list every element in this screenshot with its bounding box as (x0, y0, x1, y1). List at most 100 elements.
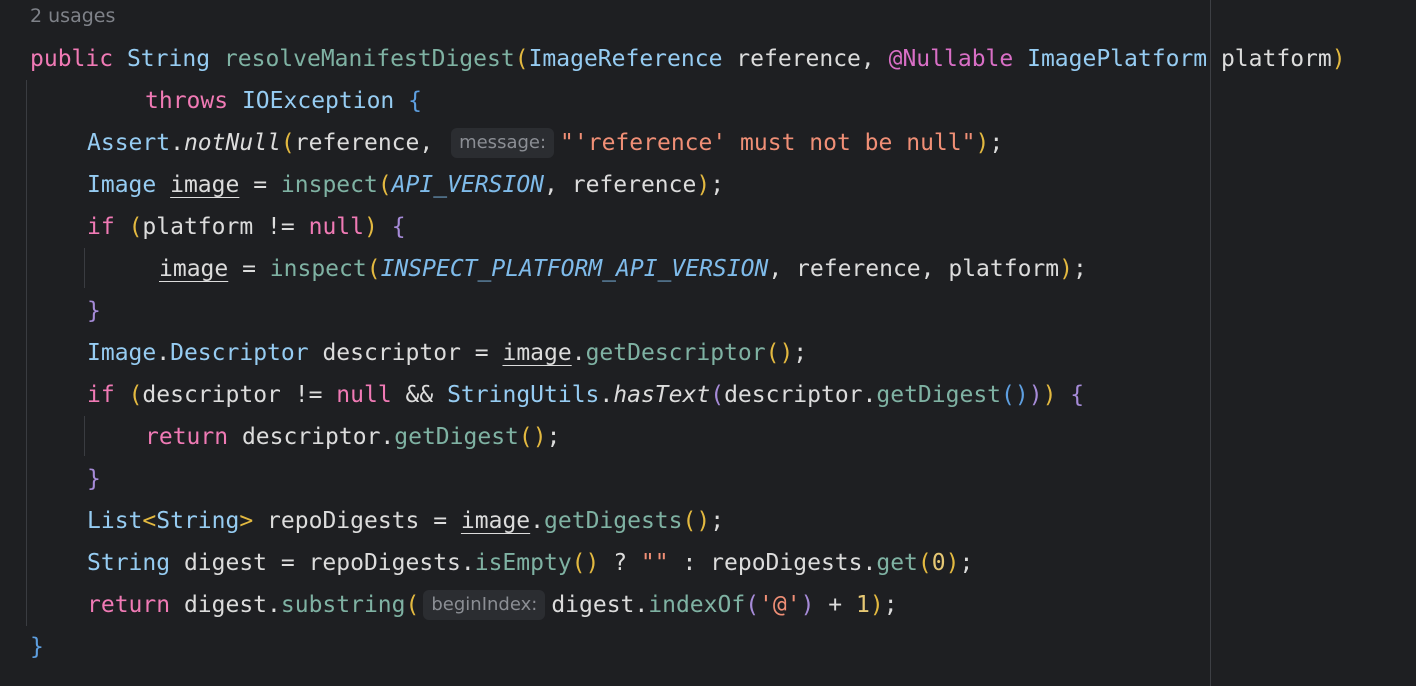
expression: : repoDigests. (668, 550, 877, 576)
semicolon: ; (1072, 256, 1087, 282)
annotation: @Nullable (888, 46, 1014, 72)
number-literal: 0 (931, 550, 946, 576)
string-literal: "'reference' must not be null" (560, 130, 976, 156)
argument: , reference, platform (768, 256, 1060, 282)
code-line-2[interactable]: throws IOException { (145, 80, 422, 122)
class-name: StringUtils (447, 382, 600, 408)
method-name: hasText (613, 382, 711, 408)
keyword: public (30, 46, 114, 72)
type-name: Descriptor (170, 340, 309, 366)
type-name: ImagePlatform (1027, 46, 1208, 72)
brace: } (30, 634, 44, 660)
code-line-9[interactable]: if (descriptor != null && StringUtils.ha… (87, 374, 1084, 416)
code-line-7[interactable]: } (87, 290, 101, 332)
type-name: String (156, 508, 240, 534)
condition: platform != (142, 214, 309, 240)
variable: image (159, 256, 229, 282)
paren: () (571, 550, 600, 576)
brace: { (408, 88, 422, 114)
paren: ( (280, 130, 295, 156)
paren: ) (363, 214, 378, 240)
variable: image (460, 508, 531, 534)
method-name: substring (280, 592, 406, 618)
brace: { (1070, 382, 1085, 408)
method-name: inspect (269, 256, 367, 282)
code-line-15[interactable]: } (30, 626, 44, 668)
dot: . (530, 508, 545, 534)
paren: ( (745, 592, 760, 618)
type-name: List (87, 508, 143, 534)
paren: ( (405, 592, 420, 618)
code-line-10[interactable]: return descriptor.getDigest(); (145, 416, 560, 458)
constant: API_VERSION (391, 172, 545, 198)
method-name: inspect (280, 172, 378, 198)
code-editor[interactable]: 2 usages public String resolveManifestDi… (0, 0, 1416, 686)
variable: image (170, 172, 240, 198)
paren: ) (945, 550, 960, 576)
paren: ( (917, 550, 932, 576)
dot: . (170, 130, 184, 156)
indent-guide (84, 416, 85, 456)
operator: = (239, 172, 281, 198)
type-name: Image (87, 172, 157, 198)
code-line-8[interactable]: Image.Descriptor descriptor = image.getD… (87, 332, 807, 374)
paren: ( (128, 382, 143, 408)
method-name: get (876, 550, 918, 576)
paren: ( (710, 382, 725, 408)
paren: ) (1042, 382, 1057, 408)
argument: reference, (294, 130, 448, 156)
paren: ( (128, 214, 143, 240)
method-name: getDigest (394, 424, 519, 450)
code-line-6[interactable]: image = inspect(INSPECT_PLATFORM_API_VER… (159, 248, 1087, 290)
code-line-3[interactable]: Assert.notNull(reference, message: "'refe… (87, 122, 1003, 164)
type-name: String (87, 550, 171, 576)
operator: ? (599, 550, 641, 576)
dot: . (156, 340, 171, 366)
method-name: isEmpty (474, 550, 572, 576)
angle-bracket: > (239, 508, 254, 534)
paren: ( (366, 256, 381, 282)
variable: repoDigests = (253, 508, 461, 534)
paren: () (1001, 382, 1029, 408)
dot: . (599, 382, 614, 408)
keyword: if (87, 382, 115, 408)
code-line-5[interactable]: if (platform != null) { (87, 206, 406, 248)
semicolon: ; (959, 550, 974, 576)
method-name: indexOf (648, 592, 746, 618)
condition: descriptor != (142, 382, 337, 408)
string-literal: "" (640, 550, 669, 576)
code-line-1[interactable]: public String resolveManifestDigest(Imag… (30, 38, 1346, 80)
paren: ) (1028, 382, 1043, 408)
paren: ) (869, 592, 884, 618)
argument: descriptor. (724, 382, 877, 408)
code-line-14[interactable]: return digest.substring(beginIndex: diges… (87, 584, 898, 626)
angle-bracket: < (142, 508, 157, 534)
expression: descriptor. (228, 424, 395, 450)
semicolon: ; (546, 424, 561, 450)
type-name: String (126, 46, 211, 72)
expression: digest. (170, 592, 281, 618)
type-name: ImageReference (528, 46, 723, 72)
operator: = (228, 256, 270, 282)
expression: digest. (551, 592, 649, 618)
method-name: resolveManifestDigest (223, 46, 515, 72)
indent-guide (26, 80, 27, 626)
code-line-4[interactable]: Image image = inspect(API_VERSION, refer… (87, 164, 724, 206)
paren: () (518, 424, 547, 450)
usages-hint[interactable]: 2 usages (30, 5, 115, 27)
paren: () (765, 340, 794, 366)
paren: ) (696, 172, 711, 198)
keyword: throws (145, 88, 229, 114)
parameter: platform (1207, 46, 1332, 72)
paren: ( (514, 46, 529, 72)
method-name: getDigest (876, 382, 1002, 408)
semicolon: ; (710, 508, 725, 534)
code-line-12[interactable]: List<String> repoDigests = image.getDige… (87, 500, 724, 542)
variable: digest = repoDigests. (170, 550, 475, 576)
paren: ) (800, 592, 815, 618)
argument: , reference (544, 172, 697, 198)
code-line-11[interactable]: } (87, 458, 101, 500)
code-line-13[interactable]: String digest = repoDigests.isEmpty() ? … (87, 542, 973, 584)
variable: image (502, 340, 572, 366)
type-name: IOException (241, 88, 395, 114)
